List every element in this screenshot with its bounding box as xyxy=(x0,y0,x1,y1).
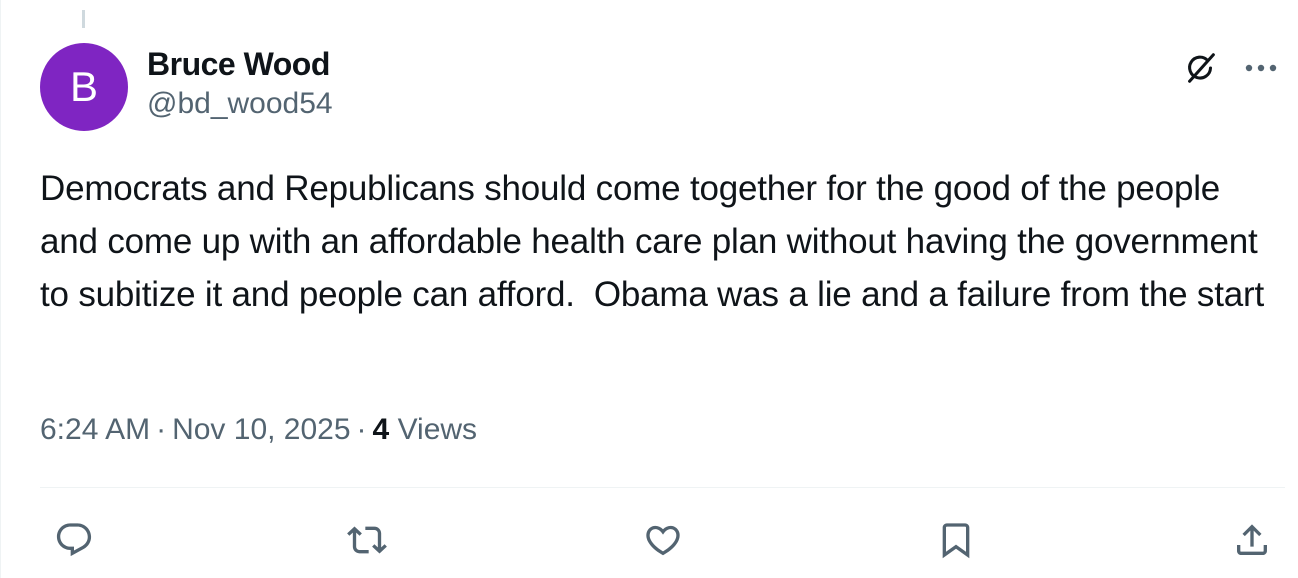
tweet-card: B Bruce Wood @bd_wood54 Democrats and Re… xyxy=(0,0,1298,578)
bookmark-icon xyxy=(942,523,970,559)
reply-button[interactable] xyxy=(48,514,100,566)
like-icon xyxy=(646,525,680,556)
reply-icon xyxy=(56,523,92,557)
retweet-icon xyxy=(347,526,387,554)
avatar-letter: B xyxy=(69,63,98,110)
like-button[interactable] xyxy=(637,514,689,566)
more-options-icon[interactable] xyxy=(1239,46,1283,90)
separator-dot: · xyxy=(156,413,167,446)
thread-connector-line xyxy=(82,10,85,28)
tweet-text: Democrats and Republicans should come to… xyxy=(40,169,1268,314)
tweet-metadata: 6:24 AM · Nov 10, 2025 · 4 Views xyxy=(40,408,477,452)
avatar[interactable]: B xyxy=(40,43,128,131)
user-info: Bruce Wood @bd_wood54 xyxy=(147,44,333,124)
share-button[interactable] xyxy=(1226,514,1278,566)
retweet-button[interactable] xyxy=(341,514,393,566)
views-label: Views xyxy=(397,413,478,446)
bookmark-button[interactable] xyxy=(930,514,982,566)
views-count: 4 xyxy=(372,413,390,446)
grok-icon[interactable] xyxy=(1179,46,1223,90)
tweet-time[interactable]: 6:24 AM xyxy=(40,413,150,446)
user-handle[interactable]: @bd_wood54 xyxy=(147,84,333,124)
share-icon xyxy=(1237,524,1267,555)
display-name[interactable]: Bruce Wood xyxy=(147,44,333,84)
divider xyxy=(40,487,1285,488)
tweet-date[interactable]: Nov 10, 2025 xyxy=(172,413,350,446)
separator-dot: · xyxy=(356,413,367,446)
